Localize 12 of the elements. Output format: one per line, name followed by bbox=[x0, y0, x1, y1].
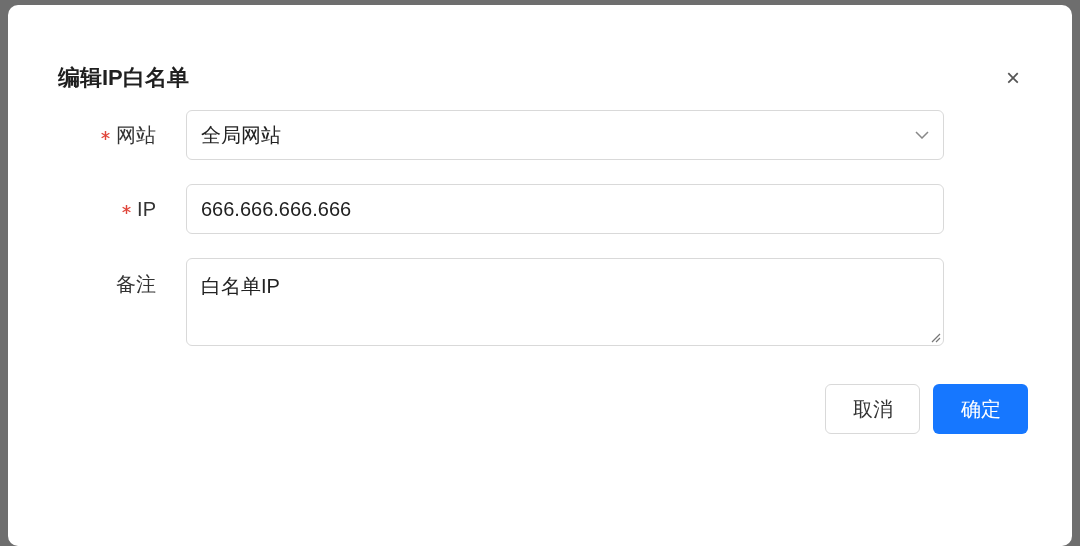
cancel-button[interactable]: 取消 bbox=[825, 384, 920, 434]
field-label: 网站 bbox=[116, 123, 156, 148]
resize-handle-icon[interactable] bbox=[931, 333, 941, 343]
chevron-down-icon bbox=[915, 131, 929, 139]
dialog-title: 编辑IP白名单 bbox=[58, 64, 189, 92]
ip-input-field[interactable]: 666.666.666.666 bbox=[186, 184, 944, 234]
field-label: 备注 bbox=[116, 272, 156, 297]
confirm-button[interactable]: 确定 bbox=[933, 384, 1028, 434]
field-label: IP bbox=[137, 197, 156, 222]
close-button[interactable]: × bbox=[1006, 65, 1020, 90]
note-text-area[interactable]: 白名单IP bbox=[186, 258, 944, 346]
site-select[interactable]: 全局网站 bbox=[186, 110, 944, 160]
